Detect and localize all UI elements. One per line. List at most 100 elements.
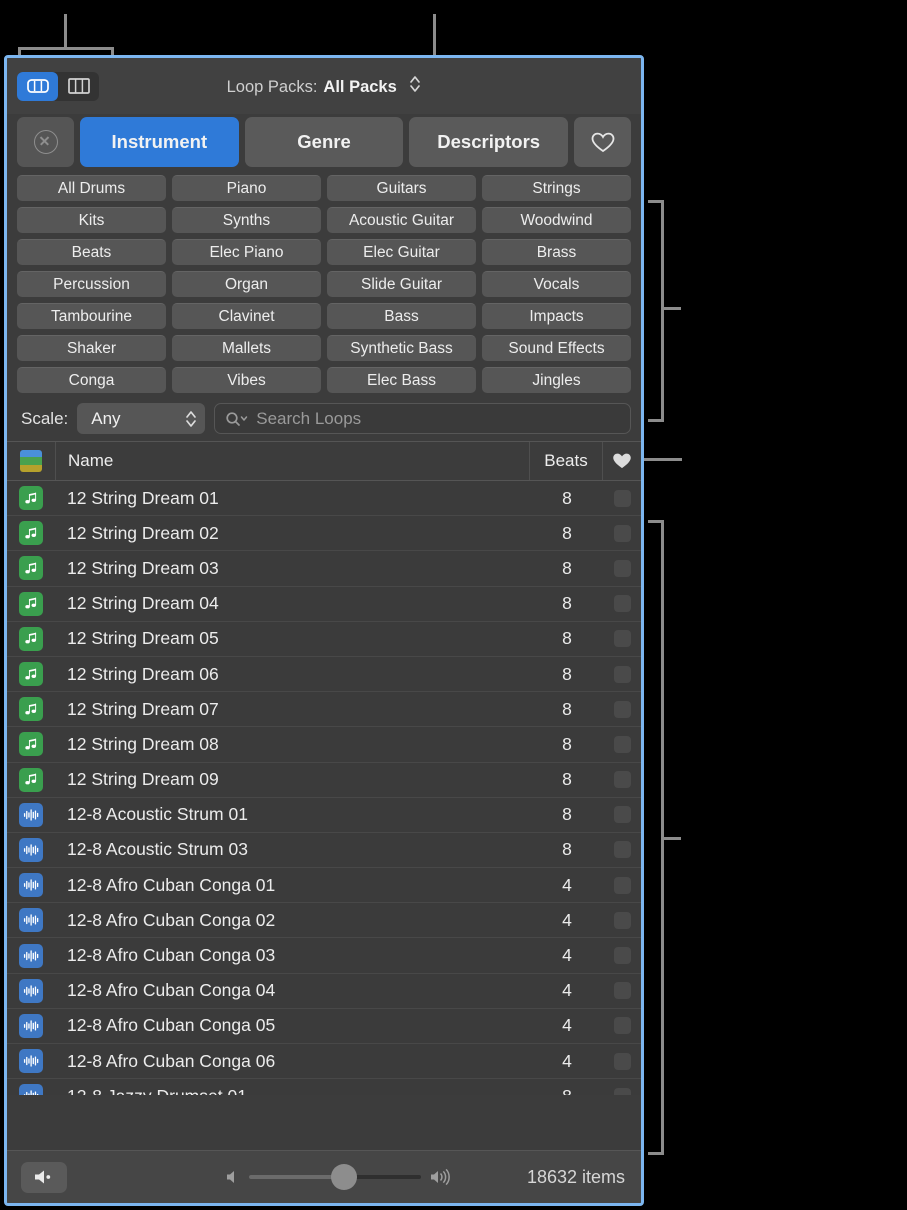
favorite-checkbox[interactable] (613, 559, 631, 577)
search-loops-field[interactable]: Search Loops (214, 403, 631, 434)
favorite-checkbox[interactable] (613, 947, 631, 965)
volume-slider-knob[interactable] (330, 1164, 357, 1190)
column-header-name[interactable]: Name (56, 442, 530, 480)
favorite-checkbox[interactable] (613, 911, 631, 929)
keyword-button[interactable]: Shaker (17, 335, 166, 361)
favorite-checkbox[interactable] (613, 595, 631, 613)
table-row[interactable]: 12 String Dream 07 8 (7, 692, 641, 728)
favorite-checkbox[interactable] (613, 1052, 631, 1070)
column-header-beats[interactable]: Beats (530, 442, 603, 480)
loop-packs-control[interactable]: Loop Packs: All Packs (7, 74, 641, 99)
table-row[interactable]: 12-8 Afro Cuban Conga 05 4 (7, 1009, 641, 1044)
column-header-type[interactable] (7, 442, 56, 480)
keyword-button[interactable]: Vocals (482, 271, 631, 297)
scale-select[interactable]: Any (77, 403, 206, 434)
table-row[interactable]: 12 String Dream 03 8 (7, 551, 641, 587)
table-row[interactable]: 12 String Dream 05 8 (7, 622, 641, 657)
loop-favorite-cell[interactable] (603, 700, 641, 718)
tab-genre[interactable]: Genre (244, 117, 404, 167)
table-row[interactable]: 12 String Dream 04 8 (7, 587, 641, 622)
loop-packs-stepper[interactable] (409, 74, 421, 99)
keyword-button[interactable]: Bass (327, 303, 476, 329)
favorite-checkbox[interactable] (613, 630, 631, 648)
table-row[interactable]: 12-8 Jazzy Drumset 018 (7, 1079, 641, 1095)
table-row[interactable]: 12-8 Afro Cuban Conga 02 4 (7, 903, 641, 939)
reset-filters-button[interactable] (17, 117, 74, 167)
grid-view-button[interactable] (17, 71, 58, 101)
keyword-button[interactable]: Slide Guitar (327, 271, 476, 297)
keyword-button[interactable]: Conga (17, 367, 166, 393)
keyword-button[interactable]: Elec Bass (327, 367, 476, 393)
view-mode-toggle-group[interactable] (17, 71, 99, 101)
keyword-button[interactable]: Synths (172, 207, 321, 233)
keyword-button[interactable]: Brass (482, 239, 631, 265)
favorite-checkbox[interactable] (613, 876, 631, 894)
favorite-checkbox[interactable] (613, 841, 631, 859)
column-header-favorite[interactable] (603, 442, 641, 480)
favorite-checkbox[interactable] (613, 771, 631, 789)
loop-favorite-cell[interactable] (603, 911, 641, 929)
loop-favorite-cell[interactable] (603, 982, 641, 1000)
tab-descriptors[interactable]: Descriptors (409, 117, 569, 167)
loop-favorite-cell[interactable] (603, 1087, 641, 1095)
table-row[interactable]: 12-8 Afro Cuban Conga 03 4 (7, 938, 641, 974)
keyword-button[interactable]: Elec Guitar (327, 239, 476, 265)
loop-favorite-cell[interactable] (603, 595, 641, 613)
keyword-button[interactable]: Strings (482, 175, 631, 201)
keyword-button[interactable]: Beats (17, 239, 166, 265)
loop-favorite-cell[interactable] (603, 630, 641, 648)
keyword-button[interactable]: Sound Effects (482, 335, 631, 361)
loop-favorite-cell[interactable] (603, 665, 641, 683)
column-view-button[interactable] (58, 72, 99, 101)
loop-favorite-cell[interactable] (603, 1052, 641, 1070)
loop-favorite-cell[interactable] (603, 806, 641, 824)
loop-favorite-cell[interactable] (603, 876, 641, 894)
favorite-checkbox[interactable] (613, 806, 631, 824)
volume-slider[interactable] (249, 1164, 421, 1190)
loop-favorite-cell[interactable] (603, 489, 641, 507)
keyword-button[interactable]: Tambourine (17, 303, 166, 329)
table-row[interactable]: 12 String Dream 02 8 (7, 516, 641, 552)
table-row[interactable]: 12 String Dream 08 8 (7, 727, 641, 763)
loop-favorite-cell[interactable] (603, 524, 641, 542)
table-row[interactable]: 12 String Dream 01 8 (7, 481, 641, 517)
favorite-checkbox[interactable] (613, 700, 631, 718)
keyword-button[interactable]: Elec Piano (172, 239, 321, 265)
table-row[interactable]: 12-8 Acoustic Strum 01 8 (7, 798, 641, 833)
table-row[interactable]: 12 String Dream 09 8 (7, 763, 641, 798)
keyword-button[interactable]: Mallets (172, 335, 321, 361)
keyword-button[interactable]: Vibes (172, 367, 321, 393)
favorite-checkbox[interactable] (613, 665, 631, 683)
table-row[interactable]: 12 String Dream 06 8 (7, 657, 641, 693)
loop-favorite-cell[interactable] (603, 1017, 641, 1035)
favorite-checkbox[interactable] (613, 489, 631, 507)
keyword-button[interactable]: Acoustic Guitar (327, 207, 476, 233)
keyword-button[interactable]: Clavinet (172, 303, 321, 329)
keyword-button[interactable]: Percussion (17, 271, 166, 297)
loop-favorite-cell[interactable] (603, 559, 641, 577)
keyword-button[interactable]: Woodwind (482, 207, 631, 233)
keyword-button[interactable]: Impacts (482, 303, 631, 329)
favorite-checkbox[interactable] (613, 735, 631, 753)
favorite-checkbox[interactable] (613, 1017, 631, 1035)
keyword-button[interactable]: Organ (172, 271, 321, 297)
preview-speaker-button[interactable] (21, 1161, 67, 1193)
loop-favorite-cell[interactable] (603, 947, 641, 965)
table-row[interactable]: 12-8 Acoustic Strum 03 8 (7, 833, 641, 869)
loop-favorite-cell[interactable] (603, 841, 641, 859)
table-row[interactable]: 12-8 Afro Cuban Conga 04 4 (7, 974, 641, 1009)
keyword-button[interactable]: Piano (172, 175, 321, 201)
table-row[interactable]: 12-8 Afro Cuban Conga 01 4 (7, 868, 641, 904)
volume-control[interactable] (225, 1164, 455, 1190)
tab-instrument[interactable]: Instrument (80, 117, 239, 167)
table-row[interactable]: 12-8 Afro Cuban Conga 06 4 (7, 1044, 641, 1080)
favorite-checkbox[interactable] (613, 524, 631, 542)
loop-favorite-cell[interactable] (603, 735, 641, 753)
results-list[interactable]: 12 String Dream 01 8 12 String Dream 02 8 12… (7, 481, 641, 1095)
keyword-button[interactable]: Synthetic Bass (327, 335, 476, 361)
keyword-button[interactable]: Guitars (327, 175, 476, 201)
favorites-filter-button[interactable] (574, 117, 632, 167)
keyword-button[interactable]: Jingles (482, 367, 631, 393)
keyword-button[interactable]: Kits (17, 207, 166, 233)
loop-favorite-cell[interactable] (603, 771, 641, 789)
